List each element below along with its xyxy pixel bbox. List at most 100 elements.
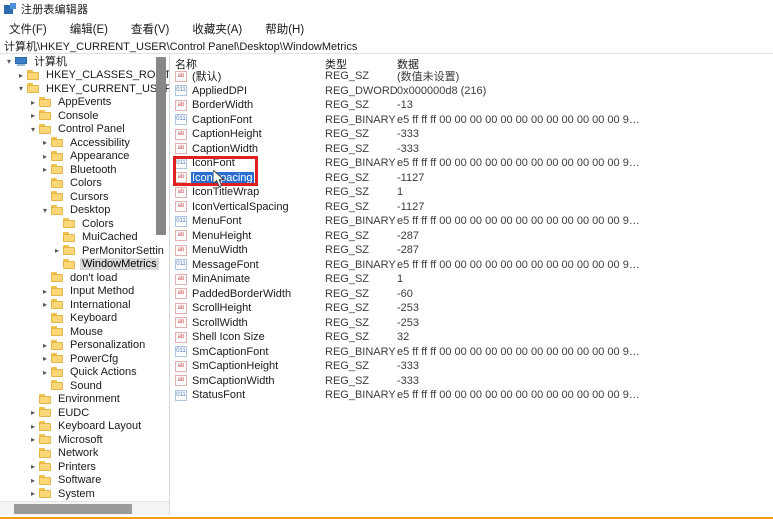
chevron-right-icon[interactable]: ▸: [27, 474, 39, 488]
value-row[interactable]: 011 AppliedDPI REG_DWORD 0x000000d8 (216): [170, 84, 773, 99]
value-name-cell: 011 AppliedDPI: [170, 85, 325, 97]
tree-item[interactable]: ▸ Accessibility: [0, 136, 169, 150]
value-row[interactable]: ab (默认) REG_SZ (数值未设置): [170, 69, 773, 84]
tree-item[interactable]: ▸ AppEvents: [0, 96, 169, 110]
value-row[interactable]: 011 MenuFont REG_BINARY e5 ff ff ff 00 00 0…: [170, 214, 773, 229]
tree-item[interactable]: ▸ Bluetooth: [0, 163, 169, 177]
tree-item[interactable]: ▸ Quick Actions: [0, 366, 169, 380]
address-bar[interactable]: 计算机\HKEY_CURRENT_USER\Control Panel\Desk…: [0, 39, 773, 54]
chevron-right-icon[interactable]: ▸: [27, 109, 39, 123]
value-row[interactable]: ab IconVerticalSpacing REG_SZ -1127: [170, 200, 773, 215]
tree-vertical-scrollbar-thumb[interactable]: [156, 57, 166, 235]
value-row[interactable]: ab SmCaptionWidth REG_SZ -333: [170, 374, 773, 389]
value-row[interactable]: ab ScrollWidth REG_SZ -253: [170, 316, 773, 331]
value-row[interactable]: ab CaptionWidth REG_SZ -333: [170, 142, 773, 157]
tree-item[interactable]: Colors: [0, 217, 169, 231]
tree-item[interactable]: Environment: [0, 393, 169, 407]
value-data: -333: [397, 142, 420, 155]
registry-tree-pane: ▾ 计算机 ▸ HKEY_CLASSES_ROOT ▾ HKEY_CURRENT_USER…: [0, 55, 170, 515]
tree-item[interactable]: Keyboard: [0, 312, 169, 326]
tree-item-label: Accessibility: [70, 136, 130, 149]
chevron-right-icon[interactable]: ▸: [39, 285, 51, 299]
value-row[interactable]: ab CaptionHeight REG_SZ -333: [170, 127, 773, 142]
chevron-right-icon[interactable]: ▸: [39, 339, 51, 353]
chevron-down-icon[interactable]: ▾: [39, 204, 51, 218]
tree-item[interactable]: ▸ Printers: [0, 460, 169, 474]
value-row[interactable]: 011 SmCaptionFont REG_BINARY e5 ff ff ff 00…: [170, 345, 773, 360]
value-row[interactable]: ab MenuHeight REG_SZ -287: [170, 229, 773, 244]
tree-item[interactable]: ▾ 计算机: [0, 55, 169, 69]
value-row[interactable]: ab IconSpacing REG_SZ -1127: [170, 171, 773, 186]
tree-item[interactable]: ▾ HKEY_CURRENT_USER: [0, 82, 169, 96]
tree-item[interactable]: Colors: [0, 177, 169, 191]
dword-value-icon: 011: [175, 85, 187, 97]
tree-item[interactable]: ▸ System: [0, 487, 169, 501]
tree-item[interactable]: Cursors: [0, 190, 169, 204]
chevron-right-icon[interactable]: ▸: [27, 433, 39, 447]
chevron-down-icon[interactable]: ▾: [3, 55, 15, 69]
chevron-right-icon[interactable]: ▸: [39, 150, 51, 164]
tree-item[interactable]: ▸ Personalization: [0, 339, 169, 353]
value-row[interactable]: 011 StatusFont REG_BINARY e5 ff ff ff 00 00…: [170, 388, 773, 403]
tree-item[interactable]: Sound: [0, 379, 169, 393]
tree-item[interactable]: ▸ HKEY_CLASSES_ROOT: [0, 69, 169, 83]
value-row[interactable]: ab SmCaptionHeight REG_SZ -333: [170, 359, 773, 374]
tree-item[interactable]: ▸ EUDC: [0, 406, 169, 420]
chevron-right-icon[interactable]: ▸: [27, 406, 39, 420]
folder-icon: [51, 299, 64, 310]
chevron-right-icon[interactable]: ▸: [51, 244, 63, 258]
chevron-right-icon[interactable]: ▸: [27, 96, 39, 110]
value-row[interactable]: ab ScrollHeight REG_SZ -253: [170, 301, 773, 316]
value-row[interactable]: ab IconTitleWrap REG_SZ 1: [170, 185, 773, 200]
chevron-right-icon[interactable]: ▸: [27, 420, 39, 434]
chevron-down-icon[interactable]: ▾: [27, 123, 39, 137]
value-row[interactable]: ab PaddedBorderWidth REG_SZ -60: [170, 287, 773, 302]
chevron-right-icon[interactable]: ▸: [39, 366, 51, 380]
chevron-right-icon[interactable]: ▸: [39, 136, 51, 150]
tree-item[interactable]: ▸ Keyboard Layout: [0, 420, 169, 434]
menu-item-view[interactable]: 查看(V): [129, 20, 171, 38]
tree-vertical-scrollbar[interactable]: [156, 55, 166, 515]
value-type: REG_SZ: [325, 331, 370, 344]
value-data: -333: [397, 128, 420, 141]
chevron-down-icon[interactable]: ▾: [15, 82, 27, 96]
tree-item[interactable]: WindowMetrics: [0, 258, 169, 272]
chevron-right-icon[interactable]: ▸: [39, 352, 51, 366]
value-row[interactable]: 011 MessageFont REG_BINARY e5 ff ff ff 00 0…: [170, 258, 773, 273]
tree-horizontal-scrollbar-thumb[interactable]: [14, 504, 132, 514]
registry-values-list[interactable]: ab (默认) REG_SZ (数值未设置) 011 AppliedDPI REG_DWOR…: [170, 69, 773, 403]
tree-item[interactable]: ▸ PowerCfg: [0, 352, 169, 366]
value-row[interactable]: ab Shell Icon Size REG_SZ 32: [170, 330, 773, 345]
tree-item[interactable]: ▾ Control Panel: [0, 123, 169, 137]
menu-item-favorites[interactable]: 收藏夹(A): [190, 20, 244, 38]
tree-item[interactable]: ▸ PerMonitorSettin: [0, 244, 169, 258]
menu-item-file[interactable]: 文件(F): [7, 20, 49, 38]
menu-item-help[interactable]: 帮助(H): [263, 20, 306, 38]
tree-item[interactable]: ▸ International: [0, 298, 169, 312]
tree-item[interactable]: ▸ Input Method: [0, 285, 169, 299]
value-row[interactable]: 011 IconFont REG_BINARY e5 ff ff ff 00 00 0…: [170, 156, 773, 171]
chevron-right-icon[interactable]: ▸: [27, 487, 39, 501]
tree-item[interactable]: Network: [0, 447, 169, 461]
value-row[interactable]: ab MinAnimate REG_SZ 1: [170, 272, 773, 287]
tree-horizontal-scrollbar[interactable]: [0, 501, 169, 515]
registry-tree[interactable]: ▾ 计算机 ▸ HKEY_CLASSES_ROOT ▾ HKEY_CURRENT_USER…: [0, 55, 169, 501]
tree-item[interactable]: ▸ Software: [0, 474, 169, 488]
tree-item[interactable]: ▾ Desktop: [0, 204, 169, 218]
chevron-right-icon[interactable]: ▸: [39, 163, 51, 177]
chevron-right-icon[interactable]: ▸: [15, 69, 27, 83]
tree-item[interactable]: MuiCached: [0, 231, 169, 245]
tree-item[interactable]: ▸ Console: [0, 109, 169, 123]
value-row[interactable]: 011 CaptionFont REG_BINARY e5 ff ff ff 00 0…: [170, 113, 773, 128]
chevron-right-icon[interactable]: ▸: [39, 298, 51, 312]
tree-item-label: Sound: [70, 379, 102, 392]
tree-item[interactable]: don't load: [0, 271, 169, 285]
menu-item-edit[interactable]: 编辑(E): [68, 20, 110, 38]
tree-item[interactable]: ▸ Appearance: [0, 150, 169, 164]
value-row[interactable]: ab MenuWidth REG_SZ -287: [170, 243, 773, 258]
value-row[interactable]: ab BorderWidth REG_SZ -13: [170, 98, 773, 113]
tree-item[interactable]: Mouse: [0, 325, 169, 339]
tree-item[interactable]: ▸ Microsoft: [0, 433, 169, 447]
chevron-right-icon[interactable]: ▸: [27, 460, 39, 474]
